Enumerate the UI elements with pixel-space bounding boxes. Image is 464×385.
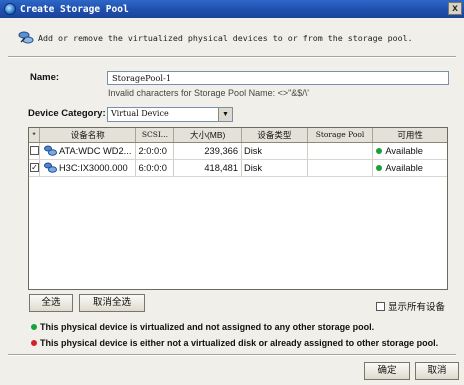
window-title: Create Storage Pool [20,3,129,15]
legend-red-text: This physical device is either not a vir… [40,338,439,348]
row-checkbox-checked[interactable]: ✓ [30,163,39,173]
table-header: * 设备名称 SCSI... 大小(MB) 设备类型 Storage Pool … [29,128,447,143]
availability-cell: Available [373,160,447,176]
show-all-checkbox-box[interactable] [376,301,385,311]
device-type-cell: Disk [242,160,308,176]
device-name-cell: H3C:IX3000.000 [40,160,137,176]
available-status-dot [376,147,383,154]
scsi-cell: 2:0:0:0 [136,143,175,159]
availability-text: Available [385,163,423,173]
show-all-devices-checkbox[interactable]: 显示所有设备 [375,299,445,313]
availability-text: Available [385,146,423,156]
cancel-button[interactable]: 取消 [415,362,459,380]
name-label: Name: [30,72,60,83]
column-header-availability[interactable]: 可用性 [373,128,447,142]
row-checkbox[interactable] [30,146,39,156]
title-bar[interactable]: Create Storage Pool x [0,0,464,18]
scsi-cell: 6:0:0:0 [136,160,175,176]
column-header-storage-pool[interactable]: Storage Pool [308,128,374,142]
device-category-label: Device Category: [28,108,106,119]
available-status-dot [376,164,383,171]
chevron-down-icon[interactable]: ▼ [218,108,232,121]
disk-icon [43,162,57,173]
ok-button[interactable]: 确定 [364,362,410,380]
device-table: * 设备名称 SCSI... 大小(MB) 设备类型 Storage Pool … [28,127,448,290]
column-header-scsi[interactable]: SCSI... [136,128,175,142]
device-name: H3C:IX3000.000 [58,163,128,173]
row-select-cell [29,143,40,159]
deselect-all-button[interactable]: 取消全选 [79,294,145,312]
invalid-characters-note: Invalid characters for Storage Pool Name… [108,88,310,98]
disk-icon [43,145,57,156]
storage-pool-cell [308,160,374,176]
device-name: ATA:WDC WD2... [58,146,132,156]
green-status-dot [31,323,37,330]
divider [8,56,456,58]
red-status-dot [31,339,37,346]
table-row[interactable]: ATA:WDC WD2... 2:0:0:0 239,366 Disk Avai… [29,143,447,160]
column-header-select[interactable]: * [29,128,40,142]
hint-text: Add or remove the virtualized physical d… [38,33,413,43]
select-all-button[interactable]: 全选 [29,294,73,312]
app-icon [4,3,16,15]
table-row[interactable]: ✓ H3C:IX3000.000 6:0:0:0 418,481 Disk Av… [29,160,447,177]
storage-pool-icon [18,31,34,44]
hint-row: Add or remove the virtualized physical d… [0,26,464,50]
legend-red: This physical device is either not a vir… [30,338,438,348]
device-type-cell: Disk [242,143,308,159]
device-category-select[interactable]: Virtual Device ▼ [107,107,233,122]
legend-green: This physical device is virtualized and … [30,322,374,332]
divider [8,354,456,356]
name-input[interactable]: StoragePool-1 [107,71,449,85]
column-header-device-name[interactable]: 设备名称 [40,128,137,142]
size-cell: 418,481 [174,160,242,176]
close-button[interactable]: x [448,2,462,15]
device-category-value: Virtual Device [111,109,169,118]
size-cell: 239,366 [174,143,242,159]
availability-cell: Available [373,143,447,159]
device-name-cell: ATA:WDC WD2... [40,143,137,159]
storage-pool-cell [308,143,374,159]
show-all-label: 显示所有设备 [388,302,446,313]
legend-green-text: This physical device is virtualized and … [40,322,375,332]
column-header-device-type[interactable]: 设备类型 [242,128,308,142]
row-select-cell: ✓ [29,160,40,176]
column-header-size[interactable]: 大小(MB) [174,128,242,142]
